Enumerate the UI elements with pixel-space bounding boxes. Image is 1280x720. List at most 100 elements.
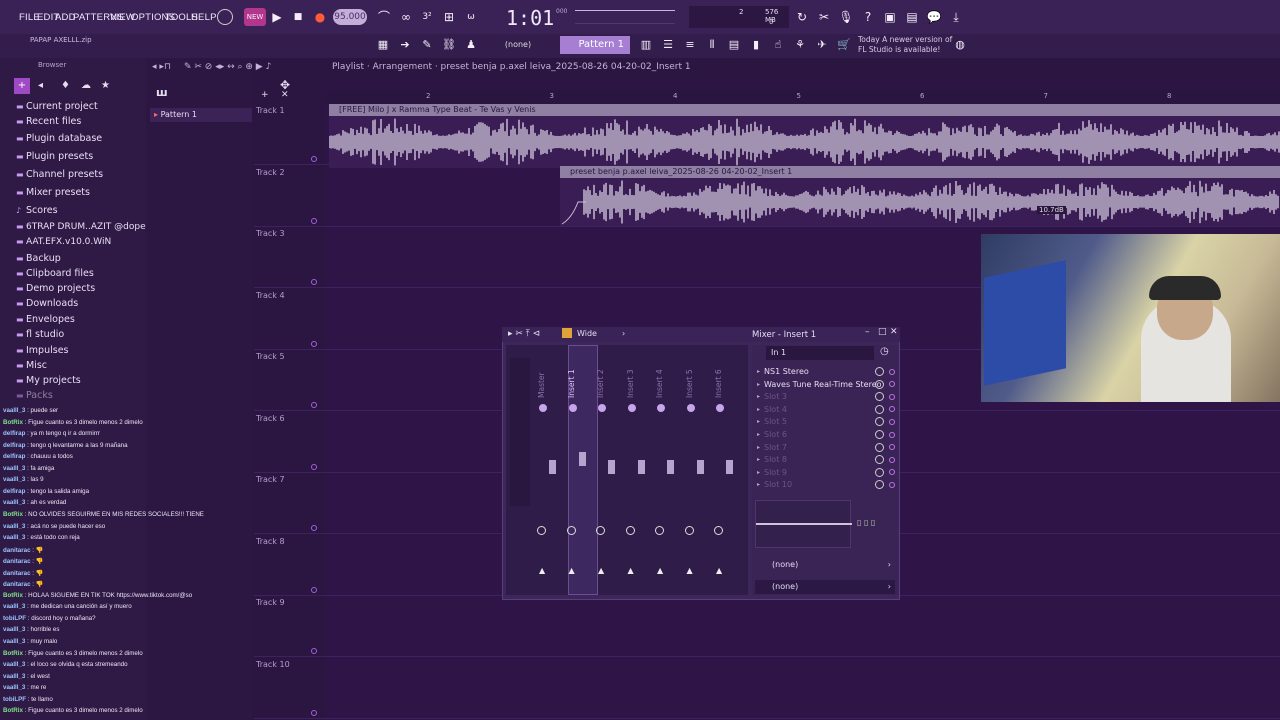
star-icon[interactable]: ★ <box>101 80 110 91</box>
eq-display[interactable] <box>755 500 852 548</box>
browser-item[interactable]: ▬ Backup <box>16 253 61 264</box>
pat-song-toggle[interactable]: NEW <box>244 8 266 26</box>
paint-icon[interactable]: ✎ <box>419 37 435 53</box>
help-icon[interactable]: ? <box>859 8 877 26</box>
stop-icon[interactable]: ■ <box>289 8 307 26</box>
volume-fader[interactable] <box>608 460 615 474</box>
slot-enable-icon[interactable] <box>875 404 884 414</box>
link-icon[interactable]: ⛓ <box>441 37 457 53</box>
volume-fader[interactable] <box>696 460 704 474</box>
metronome-icon[interactable]: ⌒ <box>375 8 393 26</box>
slot-mix-icon[interactable] <box>889 393 895 400</box>
slot-arrow-icon[interactable]: ▸ <box>757 418 760 425</box>
browser-item[interactable]: ▬ My projects <box>16 375 81 386</box>
track-label[interactable]: Track 9 <box>256 598 285 607</box>
mixer-strip-label[interactable]: Insert 1 <box>567 369 576 398</box>
menu-help[interactable]: HELP <box>191 12 217 23</box>
loop-record-icon[interactable]: ∞ <box>397 8 415 26</box>
cart-icon[interactable]: 🛒 <box>836 37 852 53</box>
track-label[interactable]: Track 6 <box>256 414 285 423</box>
cut-icon[interactable]: ✂ <box>815 8 833 26</box>
browser-item[interactable]: ▬ Plugin database <box>16 133 102 144</box>
browser-item[interactable]: ▬ Demo projects <box>16 283 95 294</box>
browser-item[interactable]: ▬ Current project <box>16 101 98 112</box>
blend-notes-icon[interactable]: ⊞ <box>440 8 458 26</box>
news-panel[interactable]: Today A newer version of FL Studio is ava… <box>858 35 952 55</box>
pan-knob[interactable] <box>716 404 724 412</box>
plus-icon[interactable]: + <box>14 78 30 94</box>
snap-select[interactable]: (none) <box>495 37 541 53</box>
browser-item[interactable]: ▬ Impulses <box>16 345 69 356</box>
slot-enable-icon[interactable] <box>875 379 884 389</box>
send-arrow-icon[interactable]: ▲ <box>657 566 663 575</box>
master-pitch-slider[interactable] <box>575 10 675 24</box>
nav-arrows-icon[interactable]: ◂ ▸ <box>152 62 164 72</box>
mixer-strip-label[interactable]: Insert 4 <box>655 369 664 398</box>
back-icon[interactable]: ◂ <box>38 80 43 91</box>
record-icon[interactable]: ● <box>311 8 329 26</box>
route-knob[interactable] <box>537 526 546 535</box>
route-knob[interactable] <box>625 526 635 535</box>
slot-enable-icon[interactable] <box>875 467 884 477</box>
slot-enable-icon[interactable] <box>875 430 884 439</box>
minimize-icon[interactable]: – <box>865 327 870 337</box>
chat-icon[interactable]: 💬 <box>925 8 943 26</box>
bird-icon[interactable]: ✈ <box>814 37 830 53</box>
mixer-icon[interactable]: ▥ <box>638 37 654 53</box>
channel-rack-icon[interactable]: ☰ <box>660 37 676 53</box>
slot-enable-icon[interactable] <box>875 442 884 452</box>
output-select-1[interactable]: (none) › <box>755 558 895 572</box>
faders-icon[interactable]: ⫴ <box>704 37 720 53</box>
audio-clip-2-header[interactable]: preset benja p.axel leiva_2025-08-26 04-… <box>560 166 1280 178</box>
slot-arrow-icon[interactable]: ▸ <box>757 444 760 451</box>
slot-arrow-icon[interactable]: ▸ <box>757 368 760 375</box>
track-label[interactable]: Track 5 <box>256 352 285 361</box>
timeline-ruler[interactable]: 23456789 <box>326 90 1280 104</box>
mixer-tool-icons[interactable]: ▸ ✂ ⤒ ⊲ <box>508 329 540 339</box>
browser-item[interactable]: ▬ Plugin presets <box>16 151 93 162</box>
fx-slot[interactable]: NS1 Stereo <box>764 367 809 376</box>
fx-slot[interactable]: Slot 7 <box>764 443 787 452</box>
mic-icon[interactable]: 🎙 <box>837 8 855 26</box>
pan-knob[interactable] <box>657 404 665 412</box>
wait-icon[interactable]: ω <box>462 8 480 26</box>
browser-item[interactable]: ▬ 6TRAP DRUM..AZIT @dopekit <box>16 222 157 232</box>
fx-slot[interactable]: Slot 10 <box>764 480 792 489</box>
pan-knob[interactable] <box>627 404 636 412</box>
browser-item[interactable]: ▬ Channel presets <box>16 169 103 180</box>
send-arrow-icon[interactable]: ▲ <box>598 566 604 575</box>
track-mute-icon[interactable] <box>311 402 317 408</box>
track-mute-icon[interactable] <box>311 709 317 716</box>
scrollbar[interactable] <box>326 78 1280 90</box>
slot-arrow-icon[interactable]: ▸ <box>757 431 760 438</box>
slot-mix-icon[interactable] <box>889 431 895 438</box>
track-mute-icon[interactable] <box>311 586 317 593</box>
mixer-strip-label[interactable]: Master <box>537 372 546 398</box>
track-mute-icon[interactable] <box>311 340 317 347</box>
browser-item[interactable]: ▬ Mixer presets <box>16 187 90 198</box>
send-arrow-icon[interactable]: ▲ <box>687 566 693 575</box>
mixer-strip-label[interactable]: Insert 2 <box>596 369 605 398</box>
pan-knob[interactable] <box>686 404 695 412</box>
cloud-icon[interactable]: ☁ <box>81 80 91 91</box>
browser-item[interactable]: ♪ Scores <box>16 205 58 216</box>
track-label[interactable]: Track 4 <box>256 291 285 300</box>
browser-item[interactable]: ▬ Recent files <box>16 116 81 127</box>
route-knob[interactable] <box>655 526 664 535</box>
render-icon[interactable]: ▤ <box>903 8 921 26</box>
pan-knob[interactable] <box>539 404 547 412</box>
track-label[interactable]: Track 10 <box>256 660 290 669</box>
save-icon[interactable]: ▣ <box>881 8 899 26</box>
pattern-tool-icon[interactable]: ш <box>156 86 168 99</box>
browser-item[interactable]: ▬ Envelopes <box>16 314 75 325</box>
fx-slot[interactable]: Slot 5 <box>764 417 787 426</box>
track-mute-icon[interactable] <box>311 217 317 224</box>
track-label[interactable]: Track 7 <box>256 475 285 484</box>
slot-arrow-icon[interactable]: ▸ <box>757 469 760 476</box>
magnet-icon[interactable]: ⊓ <box>164 62 171 72</box>
browser-icon[interactable]: ▤ <box>726 37 742 53</box>
send-arrow-icon[interactable]: ▲ <box>539 566 545 575</box>
fx-slot[interactable]: Slot 6 <box>764 430 787 439</box>
track-mute-icon[interactable] <box>311 279 317 285</box>
track-mute-icon[interactable] <box>311 648 317 654</box>
